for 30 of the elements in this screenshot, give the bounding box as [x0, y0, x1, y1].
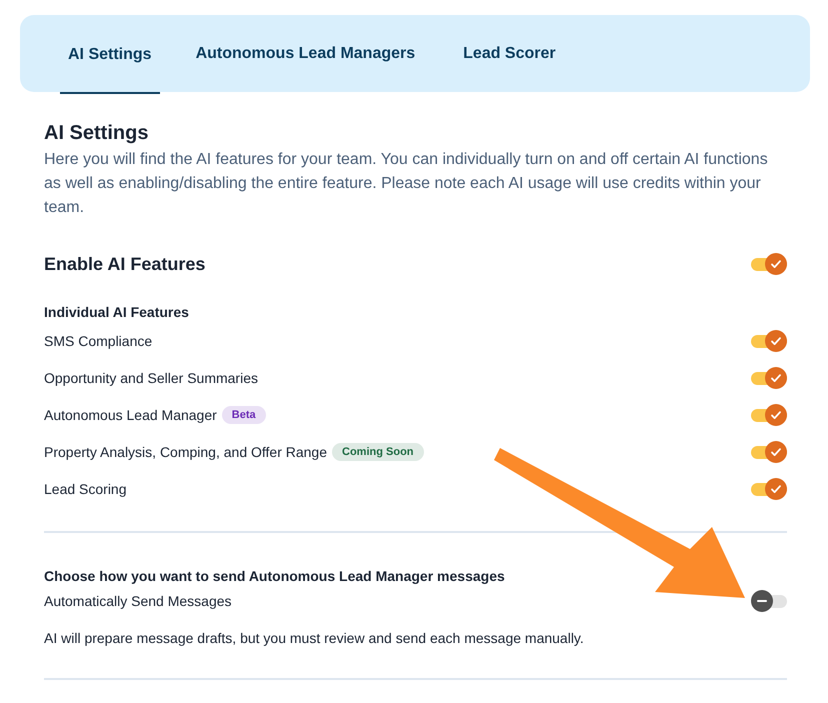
setting-label: Automatically Send Messages	[44, 593, 232, 609]
toggle-switch[interactable]	[751, 590, 787, 612]
toggle-switch[interactable]	[751, 253, 787, 275]
feature-label: SMS Compliance	[44, 332, 152, 348]
toggle-switch[interactable]	[751, 366, 787, 388]
check-icon	[770, 446, 782, 458]
check-icon	[770, 258, 782, 270]
toggle-switch[interactable]	[751, 478, 787, 500]
check-icon	[770, 372, 782, 384]
toggle-switch[interactable]	[751, 330, 787, 352]
feature-label: Autonomous Lead Manager	[44, 406, 217, 422]
subsection-heading: Choose how you want to send Autonomous Lead Manager messages	[44, 567, 506, 586]
subsection-heading: Individual AI Features	[44, 303, 190, 322]
tab[interactable]: Autonomous Lead Managers	[184, 15, 428, 92]
check-icon	[770, 334, 782, 346]
feature-label: Lead Scoring	[44, 480, 127, 496]
toggle-switch[interactable]	[751, 404, 787, 426]
feature-label: Property Analysis, Comping, and Offer Range	[44, 444, 328, 460]
intro-text: Here you will find the AI features for your team. You can individually turn on and off certain AI functions as well as enabling/disabling the entire feature. Please note each AI usage will use credits within your team.	[44, 150, 769, 218]
section-heading: Enable AI Features	[44, 254, 206, 274]
feature-label: Opportunity and Seller Summaries	[44, 370, 258, 386]
toggle-switch[interactable]	[751, 440, 787, 462]
check-icon	[770, 408, 782, 420]
tab[interactable]: Lead Scorer	[451, 15, 568, 92]
setting-description: AI will prepare message drafts, but you must review and send each message manually.	[44, 630, 585, 646]
status-tag: Beta	[222, 406, 266, 424]
section-title: AI Settings	[44, 121, 150, 146]
status-tag: Coming Soon	[332, 442, 424, 460]
tab[interactable]: AI Settings	[60, 15, 160, 94]
check-icon	[770, 482, 782, 494]
